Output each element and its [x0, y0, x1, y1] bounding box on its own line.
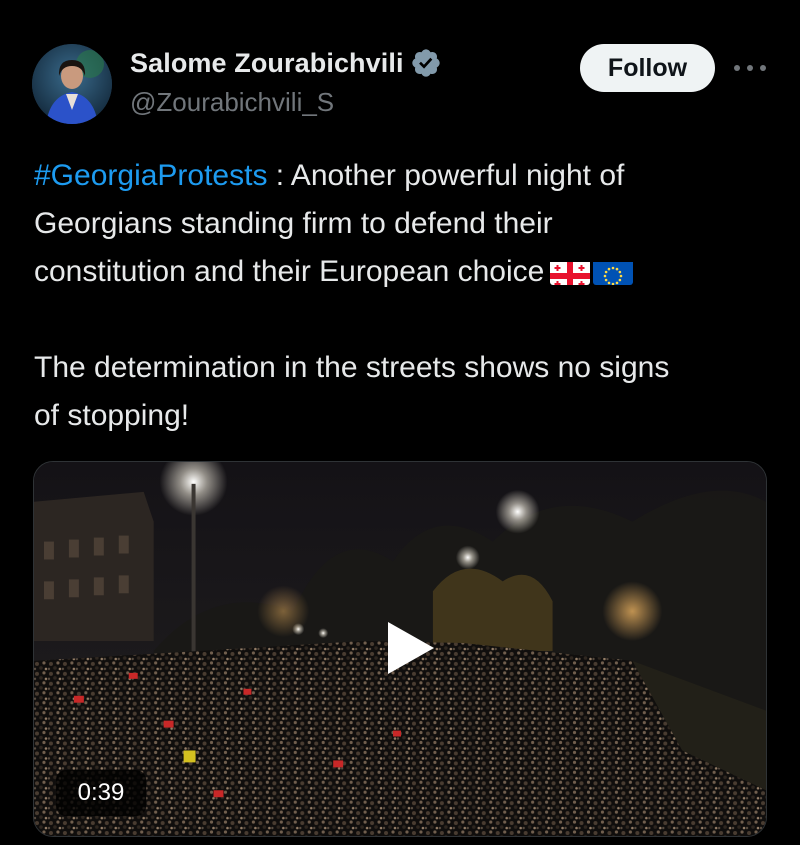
eu-flag-icon: [593, 257, 634, 285]
more-dot: [734, 65, 740, 71]
video-duration-badge: 0:39: [56, 770, 146, 816]
tweet-line-2: Georgians standing firm to defend their: [34, 207, 553, 240]
tweet-line-3: constitution and their European choice: [34, 248, 774, 296]
tweet-line-1-text: : Another powerful night of: [267, 159, 625, 192]
hashtag-link[interactable]: #GeorgiaProtests: [34, 159, 267, 192]
author-handle[interactable]: @Zourabichvili_S: [130, 87, 334, 118]
more-dot: [760, 65, 766, 71]
more-options-icon[interactable]: [734, 56, 766, 80]
verified-badge-icon[interactable]: [410, 47, 442, 79]
video-player[interactable]: 0:39: [33, 461, 767, 837]
follow-button[interactable]: Follow: [580, 44, 715, 92]
tweet-line-1: #GeorgiaProtests : Another powerful nigh…: [34, 152, 774, 200]
georgia-flag-icon: [550, 257, 591, 285]
author-display-name[interactable]: Salome Zourabichvili: [130, 48, 404, 79]
tweet-line-5: of stopping!: [34, 399, 190, 432]
play-icon[interactable]: [374, 612, 446, 684]
tweet-line-3-text: constitution and their European choice: [34, 255, 545, 288]
author-avatar[interactable]: [32, 44, 112, 124]
author-name-row: Salome Zourabichvili: [130, 47, 442, 79]
avatar-image: [32, 44, 112, 124]
tweet-text: #GeorgiaProtests : Another powerful nigh…: [34, 152, 774, 440]
tweet-line-4: The determination in the streets shows n…: [34, 351, 670, 384]
more-dot: [747, 65, 753, 71]
